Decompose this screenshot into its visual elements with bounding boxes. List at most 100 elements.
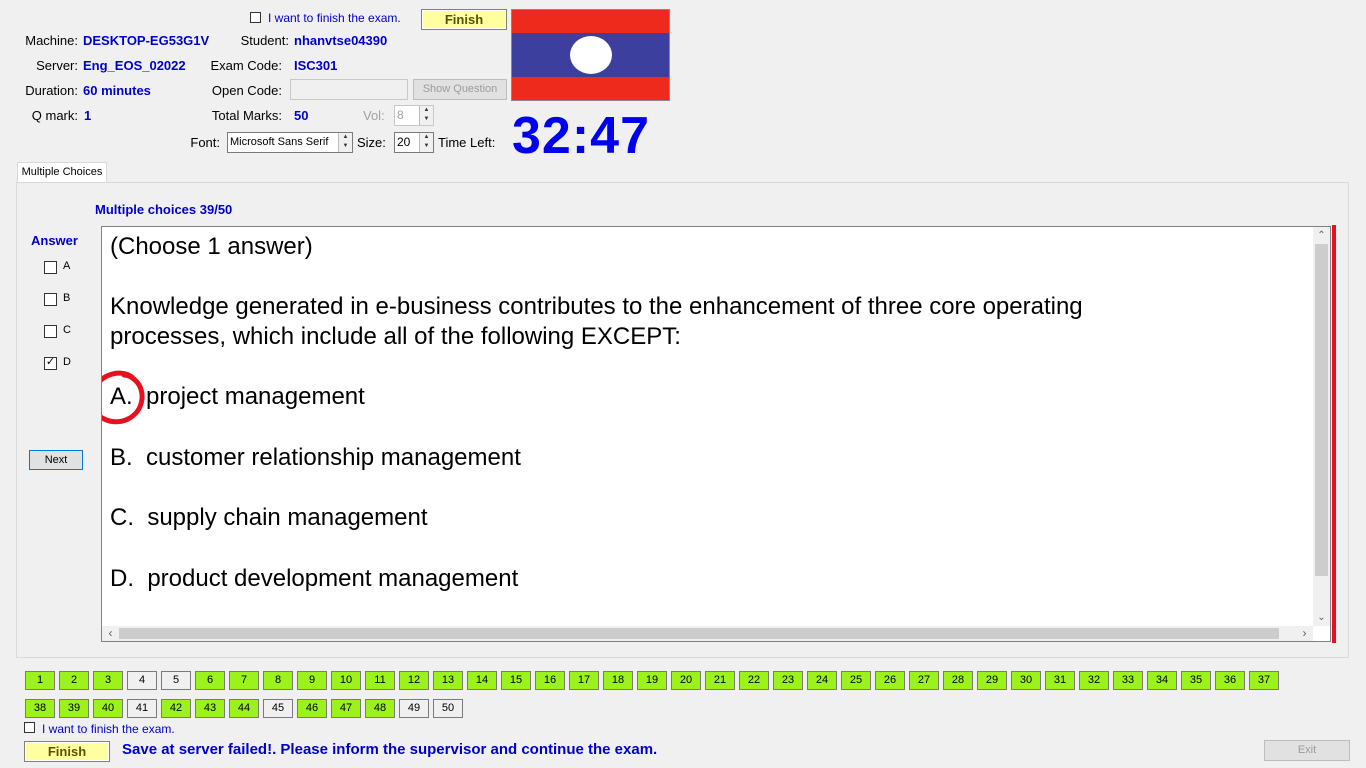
question-nav-button[interactable]: 46	[297, 699, 327, 718]
question-nav-button[interactable]: 35	[1181, 671, 1211, 690]
question-nav-button[interactable]: 28	[943, 671, 973, 690]
finish-checkbox-bottom[interactable]	[24, 722, 35, 733]
size-spin-arrows[interactable]: ▲ ▼	[419, 133, 433, 152]
question-nav-button[interactable]: 15	[501, 671, 531, 690]
time-left-value: 32:47	[512, 107, 650, 165]
question-nav-button[interactable]: 22	[739, 671, 769, 690]
question-nav-button[interactable]: 30	[1011, 671, 1041, 690]
horizontal-scrollbar[interactable]: ‹ ›	[102, 626, 1313, 641]
question-nav-button[interactable]: 5	[161, 671, 191, 690]
answer-label: Answer	[31, 233, 78, 248]
vertical-scroll-thumb[interactable]	[1315, 244, 1328, 576]
question-nav-button[interactable]: 11	[365, 671, 395, 690]
finish-button-top[interactable]: Finish	[421, 9, 507, 30]
question-nav-button[interactable]: 45	[263, 699, 293, 718]
question-nav-button[interactable]: 47	[331, 699, 361, 718]
question-nav-button[interactable]: 34	[1147, 671, 1177, 690]
question-nav-button[interactable]: 13	[433, 671, 463, 690]
question-nav-button[interactable]: 31	[1045, 671, 1075, 690]
exam-code-label: Exam Code:	[210, 58, 282, 73]
question-nav-button[interactable]: 43	[195, 699, 225, 718]
scroll-left-arrow-icon[interactable]: ‹	[102, 626, 119, 641]
scroll-right-arrow-icon[interactable]: ›	[1296, 626, 1313, 641]
question-nav-button[interactable]: 40	[93, 699, 123, 718]
question-nav-button[interactable]: 32	[1079, 671, 1109, 690]
question-nav-button[interactable]: 9	[297, 671, 327, 690]
question-nav-button[interactable]: 25	[841, 671, 871, 690]
server-value: Eng_EOS_02022	[83, 58, 186, 73]
question-nav-button[interactable]: 21	[705, 671, 735, 690]
total-marks-label: Total Marks:	[211, 108, 282, 123]
scroll-up-arrow-icon[interactable]: ⌃	[1313, 227, 1330, 244]
font-spin-arrows[interactable]: ▲ ▼	[338, 133, 352, 152]
question-nav-button[interactable]: 26	[875, 671, 905, 690]
total-marks-value: 50	[294, 108, 309, 123]
exam-code-value: ISC301	[294, 58, 338, 73]
finish-checkbox-top[interactable]	[250, 12, 261, 23]
question-nav-button[interactable]: 23	[773, 671, 803, 690]
question-nav-button[interactable]: 29	[977, 671, 1007, 690]
question-nav-button[interactable]: 48	[365, 699, 395, 718]
question-nav-button[interactable]: 18	[603, 671, 633, 690]
font-selector[interactable]: Microsoft Sans Serif ▲ ▼	[227, 132, 353, 153]
scroll-down-arrow-icon[interactable]: ⌄	[1313, 609, 1330, 626]
question-nav-button[interactable]: 8	[263, 671, 293, 690]
vertical-scrollbar[interactable]: ⌃ ⌄	[1313, 227, 1330, 626]
question-nav-button[interactable]: 39	[59, 699, 89, 718]
answer-checkbox-d[interactable]	[44, 357, 57, 370]
volume-spinner[interactable]: 8 ▲ ▼	[394, 105, 434, 126]
open-code-input[interactable]	[290, 79, 408, 100]
answer-checkbox-a[interactable]	[44, 261, 57, 274]
question-nav-button[interactable]: 10	[331, 671, 361, 690]
question-nav-button[interactable]: 6	[195, 671, 225, 690]
size-spinner[interactable]: 20 ▲ ▼	[394, 132, 434, 153]
next-button[interactable]: Next	[29, 450, 83, 470]
question-nav-button[interactable]: 27	[909, 671, 939, 690]
question-text-box[interactable]: (Choose 1 answer) Knowledge generated in…	[101, 226, 1331, 642]
question-nav-button[interactable]: 41	[127, 699, 157, 718]
finish-checkbox-bottom-label[interactable]: I want to finish the exam.	[42, 722, 175, 736]
answer-checkbox-b[interactable]	[44, 293, 57, 306]
question-nav-button[interactable]: 44	[229, 699, 259, 718]
question-nav-button[interactable]: 14	[467, 671, 497, 690]
question-nav-button[interactable]: 19	[637, 671, 667, 690]
question-instruction: (Choose 1 answer)	[110, 233, 313, 260]
question-stem-line2: processes, which include all of the foll…	[110, 323, 681, 350]
finish-button-bottom[interactable]: Finish	[24, 741, 110, 762]
question-nav-button[interactable]: 20	[671, 671, 701, 690]
question-nav-button[interactable]: 16	[535, 671, 565, 690]
question-counter: Multiple choices 39/50	[95, 202, 233, 217]
horizontal-scroll-thumb[interactable]	[119, 628, 1279, 639]
flag-image	[511, 9, 670, 101]
red-circle-annotation	[102, 370, 145, 425]
question-nav-button[interactable]: 4	[127, 671, 157, 690]
question-nav-button[interactable]: 49	[399, 699, 429, 718]
question-nav-button[interactable]: 17	[569, 671, 599, 690]
question-nav-button[interactable]: 38	[25, 699, 55, 718]
question-nav-button[interactable]: 2	[59, 671, 89, 690]
question-nav-button[interactable]: 42	[161, 699, 191, 718]
answer-option-label: B	[63, 292, 71, 304]
show-question-button[interactable]: Show Question	[413, 79, 507, 100]
question-nav-button[interactable]: 1	[25, 671, 55, 690]
finish-checkbox-top-label[interactable]: I want to finish the exam.	[268, 11, 401, 25]
volume-spin-arrows[interactable]: ▲ ▼	[419, 106, 433, 125]
student-label: Student:	[240, 33, 289, 48]
question-nav-button[interactable]: 24	[807, 671, 837, 690]
question-nav-button[interactable]: 3	[93, 671, 123, 690]
question-nav-button[interactable]: 50	[433, 699, 463, 718]
question-nav-button[interactable]: 33	[1113, 671, 1143, 690]
font-selector-value: Microsoft Sans Serif	[230, 136, 329, 148]
exit-button[interactable]: Exit	[1264, 740, 1350, 761]
answer-checkbox-c[interactable]	[44, 325, 57, 338]
choice-c-text: C. supply chain management	[110, 504, 428, 531]
choice-d-text: D. product development management	[110, 565, 519, 592]
question-nav-button[interactable]: 37	[1249, 671, 1279, 690]
red-edge-bar	[1332, 225, 1336, 643]
tab-multiple-choices[interactable]: Multiple Choices	[17, 162, 107, 183]
question-nav-button[interactable]: 12	[399, 671, 429, 690]
machine-value: DESKTOP-EG53G1V	[83, 33, 210, 48]
question-nav-button[interactable]: 7	[229, 671, 259, 690]
volume-value: 8	[397, 108, 404, 122]
question-nav-button[interactable]: 36	[1215, 671, 1245, 690]
